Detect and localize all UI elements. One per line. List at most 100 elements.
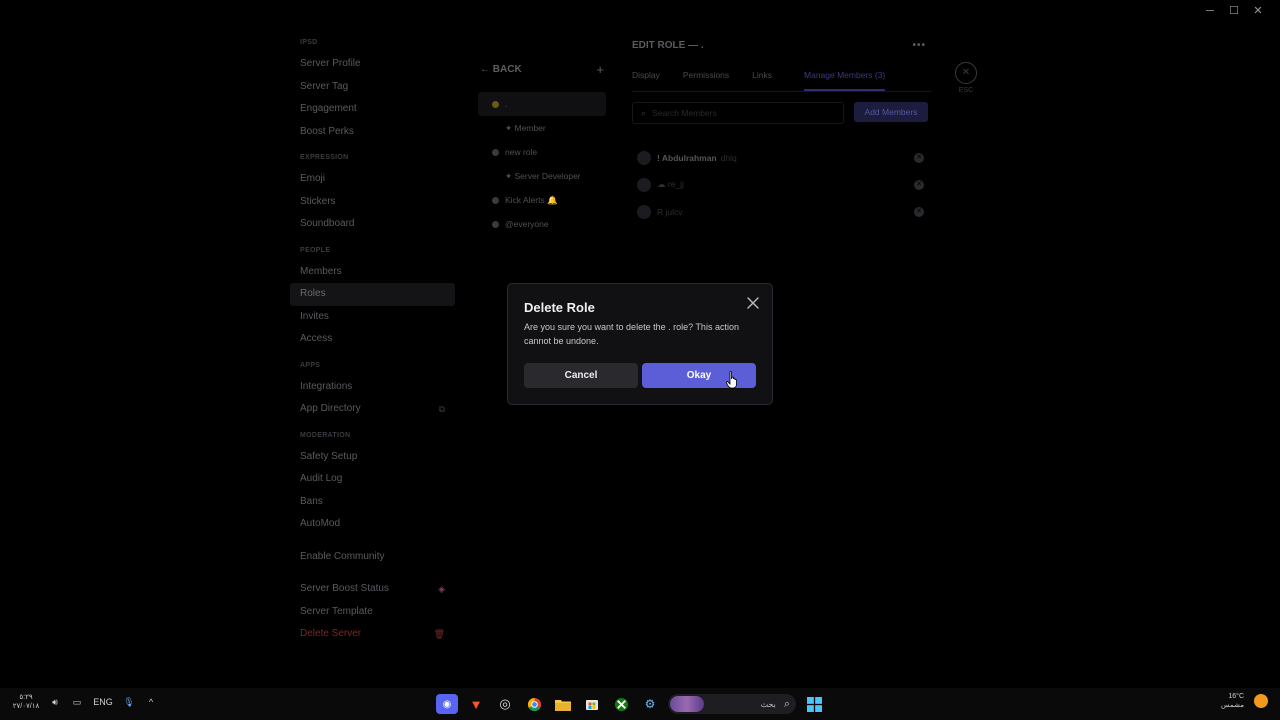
member-search-row: ⌕ Search Members Add Members xyxy=(632,102,932,124)
role-item[interactable]: ✦ Member xyxy=(478,116,606,140)
close-window-button[interactable]: ✕ xyxy=(1246,4,1270,18)
external-link-icon: ⧉ xyxy=(438,404,445,414)
role-color-dot xyxy=(492,125,499,132)
sidebar-item-label: Server Profile xyxy=(300,58,361,69)
remove-member-icon[interactable]: ✕ xyxy=(914,179,924,190)
language-indicator[interactable]: ENG xyxy=(92,697,114,707)
sidebar-item-engagement[interactable]: Engagement xyxy=(290,98,455,121)
dialog-message: Are you sure you want to delete the . ro… xyxy=(524,322,739,346)
brave-icon[interactable]: ▼ xyxy=(465,694,487,714)
list-item: ☁ re_jj ✕ xyxy=(632,171,932,198)
sidebar-item-label: Server Boost Status xyxy=(300,583,389,594)
sidebar-item-automod[interactable]: AutoMod xyxy=(290,513,455,536)
avatar xyxy=(637,204,651,219)
sidebar-item-safety-setup[interactable]: Safety Setup xyxy=(290,446,455,469)
role-item[interactable]: Kick Alerts 🔔 xyxy=(478,188,606,212)
file-explorer-icon[interactable] xyxy=(552,694,574,714)
role-item[interactable]: new role xyxy=(478,140,606,164)
search-placeholder: Search Members xyxy=(652,108,717,118)
microphone-icon[interactable]: 🎙︎ xyxy=(122,697,136,708)
sidebar-item-delete-server[interactable]: Delete Server 🗑 xyxy=(290,623,455,646)
esc-close-button[interactable]: ✕ ESC xyxy=(955,62,977,94)
tab-display[interactable]: Display xyxy=(632,70,660,91)
sidebar-item-label: Emoji xyxy=(300,173,326,184)
cancel-button[interactable]: Cancel xyxy=(524,363,638,388)
sidebar-item-soundboard[interactable]: Soundboard xyxy=(290,213,455,236)
sidebar-item-server-tag[interactable]: Server Tag xyxy=(290,76,455,99)
sidebar-category-moderation: MODERATION xyxy=(300,431,351,439)
windows-start-icon[interactable] xyxy=(803,694,825,714)
discord-icon[interactable]: ◉ xyxy=(436,694,458,714)
clock[interactable]: ٥:٢٩ ٢٧/٠٧/١٨ xyxy=(12,693,40,711)
edit-role-panel: EDIT ROLE — . ••• Display Permissions Li… xyxy=(632,38,932,225)
add-role-button[interactable]: + xyxy=(596,62,604,77)
sidebar-item-app-directory[interactable]: App Directory ⧉ xyxy=(290,398,455,421)
add-members-button[interactable]: Add Members xyxy=(854,102,928,122)
tab-manage-members[interactable]: Manage Members (3) xyxy=(804,70,886,91)
xbox-icon[interactable] xyxy=(610,694,632,714)
sidebar-item-label: Bans xyxy=(300,495,323,507)
member-tag: dhlq xyxy=(720,152,737,163)
sidebar-item-integrations[interactable]: Integrations xyxy=(290,376,455,399)
volume-icon[interactable]: 🔊︎ xyxy=(48,697,62,708)
role-list: . ✦ Member new role ✦ Server Developer K… xyxy=(478,92,606,236)
role-color-dot xyxy=(492,148,499,156)
role-name: . xyxy=(505,99,508,109)
sidebar-item-roles[interactable]: Roles xyxy=(290,283,455,306)
role-name: @everyone xyxy=(505,219,549,229)
close-icon[interactable] xyxy=(746,296,760,310)
remove-member-icon[interactable]: ✕ xyxy=(914,206,924,217)
sidebar-item-bans[interactable]: Bans xyxy=(290,491,455,514)
remove-member-icon[interactable]: ✕ xyxy=(914,152,924,163)
chevron-up-icon[interactable]: ^ xyxy=(144,697,158,707)
minimize-button[interactable]: ─ xyxy=(1198,4,1222,18)
steam-icon[interactable]: ⚙︎ xyxy=(639,694,661,714)
obs-icon[interactable]: ◎ xyxy=(494,694,516,714)
sidebar-item-access[interactable]: Access xyxy=(290,328,455,351)
role-item[interactable]: ✦ Server Developer xyxy=(478,164,606,188)
sidebar-category-expression: EXPRESSION xyxy=(300,154,349,161)
role-item[interactable]: @everyone xyxy=(478,212,606,236)
network-icon[interactable]: ▭ xyxy=(70,697,84,708)
role-name: new role xyxy=(505,147,538,157)
dialog-buttons: Cancel Okay xyxy=(524,363,756,388)
sidebar-item-audit-log[interactable]: Audit Log xyxy=(290,468,455,491)
sidebar-item-invites[interactable]: Invites xyxy=(290,306,455,329)
sidebar-item-emoji[interactable]: Emoji xyxy=(290,168,455,191)
sidebar-item-server-profile[interactable]: Server Profile xyxy=(290,53,455,76)
search-icon: ⌕ xyxy=(783,697,790,710)
chrome-icon[interactable] xyxy=(523,694,545,714)
more-options-icon[interactable]: ••• xyxy=(912,38,926,54)
sidebar-item-server-template[interactable]: Server Template xyxy=(290,601,455,624)
sidebar-item-label: Engagement xyxy=(300,103,357,114)
store-icon[interactable] xyxy=(581,694,603,714)
sidebar-item-members[interactable]: Members xyxy=(290,261,455,284)
sidebar-item-label: Audit Log xyxy=(300,473,343,484)
edit-role-header: EDIT ROLE — . ••• xyxy=(632,38,932,54)
discord-app-window: ─ ☐ ✕ IPSD Server Profile Server Tag Eng… xyxy=(0,0,1280,688)
back-button[interactable]: ← BACK xyxy=(480,64,522,75)
page-title: EDIT ROLE — . xyxy=(632,40,704,51)
role-item[interactable]: . xyxy=(478,92,606,116)
tab-links[interactable]: Links xyxy=(752,70,772,91)
sidebar-item-enable-community[interactable]: Enable Community xyxy=(290,546,455,569)
sidebar-item-boost-perks[interactable]: Boost Perks xyxy=(290,121,455,144)
maximize-button[interactable]: ☐ xyxy=(1222,4,1246,18)
weather-condition: مشمس xyxy=(1221,702,1244,709)
sidebar-item-stickers[interactable]: Stickers xyxy=(290,191,455,214)
role-name: ✦ Member xyxy=(505,122,546,133)
sidebar-item-label: Enable Community xyxy=(300,550,385,562)
role-color-dot xyxy=(492,220,499,228)
roles-header: ← BACK + xyxy=(478,60,606,78)
tab-permissions[interactable]: Permissions xyxy=(683,70,729,91)
weather-widget[interactable]: 16°C مشمس xyxy=(1221,692,1268,710)
list-item: ! Abdulrahman dhlq ✕ xyxy=(632,144,932,171)
okay-button[interactable]: Okay xyxy=(642,363,756,388)
taskbar-search[interactable]: بحث ⌕ xyxy=(668,694,796,714)
search-members-input[interactable]: ⌕ Search Members xyxy=(632,102,844,124)
sidebar-item-server-boost-status[interactable]: Server Boost Status ◈ xyxy=(290,578,455,601)
member-name: ! Abdulrahman xyxy=(657,152,717,163)
sidebar-item-label: Roles xyxy=(300,288,326,299)
clock-date: ٢٧/٠٧/١٨ xyxy=(12,703,40,710)
sidebar-item-label: Server Tag xyxy=(300,80,349,92)
